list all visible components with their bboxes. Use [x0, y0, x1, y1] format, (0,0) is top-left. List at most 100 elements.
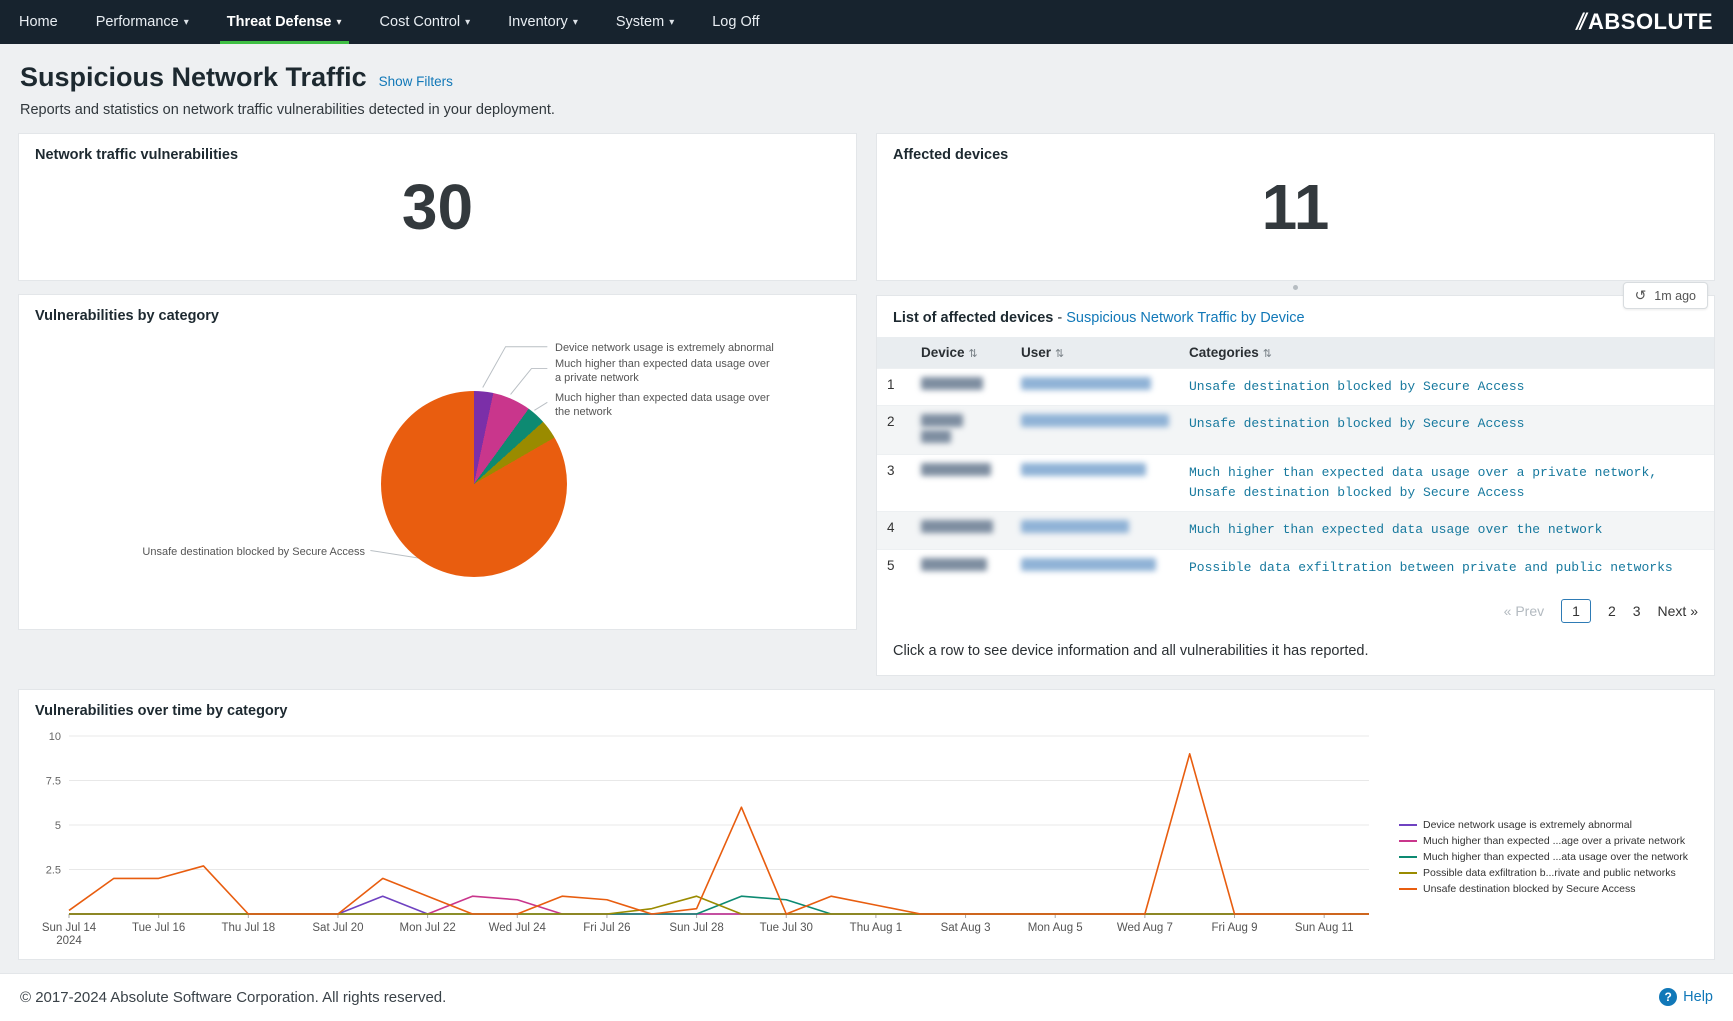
list-help-note: Click a row to see device information an… — [893, 642, 1369, 659]
legend-swatch — [1399, 823, 1417, 826]
help-label: Help — [1683, 989, 1713, 1006]
caret-down-icon: ▾ — [669, 16, 675, 28]
svg-text:7.5: 7.5 — [46, 775, 61, 787]
page-header: Suspicious Network Traffic Show Filters — [20, 62, 1713, 93]
svg-text:Sat Jul 20: Sat Jul 20 — [312, 922, 363, 934]
table-row[interactable]: 1 Unsafe destination blocked by Secure A… — [877, 367, 1714, 406]
column-header-user[interactable]: User ⇅ — [1011, 337, 1179, 369]
device-name-redacted — [911, 454, 1011, 512]
nav-performance-label: Performance — [95, 14, 179, 30]
user-name-redacted — [1011, 548, 1179, 586]
nav-inventory[interactable]: Inventory ▾ — [489, 0, 597, 44]
list-title: List of affected devices - Suspicious Ne… — [877, 296, 1714, 337]
page-subtitle: Reports and statistics on network traffi… — [20, 102, 555, 118]
help-icon: ? — [1659, 988, 1678, 1007]
pie-card-title: Vulnerabilities by category — [35, 308, 219, 324]
nav-threat-defense-label: Threat Defense — [226, 14, 332, 30]
column-header-device[interactable]: Device ⇅ — [911, 337, 1011, 369]
row-index: 5 — [877, 548, 911, 586]
stat-label-vulnerabilities: Network traffic vulnerabilities — [35, 147, 239, 163]
pagination-page-2[interactable]: 2 — [1608, 603, 1616, 619]
svg-text:10: 10 — [49, 731, 61, 743]
redacted-text — [1021, 414, 1169, 428]
pagination-page-1[interactable]: 1 — [1561, 598, 1591, 623]
logo-text: ABSOLUTE — [1588, 9, 1713, 34]
sort-icon: ⇅ — [1262, 348, 1272, 360]
nav-home[interactable]: Home — [0, 0, 77, 44]
help-link[interactable]: ? Help — [1659, 988, 1713, 1007]
redacted-text — [921, 430, 951, 444]
legend-label: Much higher than expected ...age over a … — [1423, 834, 1686, 847]
carousel-dot[interactable] — [1293, 285, 1298, 290]
legend-label: Unsafe destination blocked by Secure Acc… — [1423, 882, 1636, 895]
svg-text:Thu Aug 1: Thu Aug 1 — [850, 922, 902, 934]
redacted-text — [1021, 463, 1146, 477]
table-row[interactable]: 3 Much higher than expected data usage o… — [877, 454, 1714, 512]
redacted-text — [921, 557, 987, 571]
table-row[interactable]: 5 Possible data exfiltration between pri… — [877, 548, 1714, 586]
list-title-separator: - — [1057, 310, 1063, 326]
legend-label: Possible data exfiltration b...rivate an… — [1423, 866, 1676, 879]
pagination-page-3[interactable]: 3 — [1633, 603, 1641, 619]
pie-callout-unsafe-destination: Unsafe destination blocked by Secure Acc… — [142, 546, 365, 558]
page-title: Suspicious Network Traffic — [20, 62, 367, 92]
device-name-redacted — [911, 511, 1011, 550]
nav-cost-control-label: Cost Control — [379, 14, 461, 30]
svg-text:Thu Jul 18: Thu Jul 18 — [221, 922, 275, 934]
pie-chart[interactable] — [381, 391, 567, 577]
row-categories: Possible data exfiltration between priva… — [1179, 548, 1714, 586]
svg-text:Wed Aug 7: Wed Aug 7 — [1117, 922, 1173, 934]
user-name-redacted — [1011, 367, 1179, 406]
svg-text:2024: 2024 — [56, 935, 82, 947]
svg-text:Tue Jul 16: Tue Jul 16 — [132, 922, 185, 934]
logo-slash-icon: ⫽ — [1575, 9, 1589, 34]
pagination-next-button[interactable]: Next » — [1658, 603, 1698, 619]
device-name-redacted — [911, 548, 1011, 586]
top-nav: Home Performance ▾ Threat Defense ▾ Cost… — [0, 0, 1733, 44]
legend-item: Much higher than expected ...age over a … — [1399, 835, 1709, 847]
redacted-text — [921, 520, 993, 534]
column-header-categories-label: Categories — [1189, 345, 1259, 360]
column-header-user-label: User — [1021, 345, 1052, 360]
user-name-redacted — [1011, 454, 1179, 512]
table-header-row: Device ⇅ User ⇅ Categories ⇅ — [877, 337, 1714, 369]
nav-threat-defense[interactable]: Threat Defense ▾ — [208, 0, 361, 44]
legend-swatch — [1399, 887, 1417, 890]
nav-cost-control[interactable]: Cost Control ▾ — [361, 0, 490, 44]
caret-down-icon: ▾ — [183, 16, 189, 28]
legend-item: Device network usage is extremely abnorm… — [1399, 819, 1709, 831]
legend-label: Much higher than expected ...ata usage o… — [1423, 850, 1688, 863]
refresh-button[interactable]: ↺ 1m ago — [1622, 282, 1708, 309]
user-name-redacted — [1011, 511, 1179, 550]
redacted-text — [1021, 377, 1151, 390]
left-column: Network traffic vulnerabilities 30 Vulne… — [18, 133, 857, 630]
svg-text:5: 5 — [55, 820, 61, 832]
device-name-redacted — [911, 405, 1011, 455]
row-categories: Much higher than expected data usage ove… — [1179, 511, 1714, 550]
row-categories: Unsafe destination blocked by Secure Acc… — [1179, 405, 1714, 455]
nav-system[interactable]: System ▾ — [597, 0, 693, 44]
pie-callout-the-network: Much higher than expected data usage ove… — [555, 392, 770, 419]
legend-item: Much higher than expected ...ata usage o… — [1399, 851, 1709, 863]
pie-callout-private-network: Much higher than expected data usage ove… — [555, 358, 770, 385]
absolute-logo: ⫽ ABSOLUTE — [1575, 0, 1713, 44]
redacted-text — [921, 377, 983, 390]
user-name-redacted — [1011, 405, 1179, 455]
pie-callout-device-network-usage: Device network usage is extremely abnorm… — [555, 342, 774, 354]
pagination-prev-button[interactable]: « Prev — [1504, 603, 1544, 619]
caret-down-icon: ▾ — [336, 16, 342, 28]
nav-performance[interactable]: Performance ▾ — [77, 0, 208, 44]
report-link-by-device[interactable]: Suspicious Network Traffic by Device — [1066, 310, 1304, 326]
legend-item: Unsafe destination blocked by Secure Acc… — [1399, 883, 1709, 895]
show-filters-link[interactable]: Show Filters — [379, 74, 453, 89]
table-row[interactable]: 4 Much higher than expected data usage o… — [877, 511, 1714, 550]
svg-text:Sun Jul 28: Sun Jul 28 — [669, 922, 723, 934]
copyright-text: © 2017-2024 Absolute Software Corporatio… — [20, 988, 447, 1006]
redacted-text — [921, 463, 991, 477]
table-row[interactable]: 2 Unsafe destination blocked by Secure A… — [877, 405, 1714, 455]
time-chart-card: Vulnerabilities over time by category 2.… — [18, 688, 1715, 960]
nav-log-off[interactable]: Log Off — [693, 0, 778, 44]
pagination: « Prev 1 2 3 Next » — [877, 586, 1714, 627]
stat-value-vulnerabilities: 30 — [401, 171, 474, 243]
column-header-categories[interactable]: Categories ⇅ — [1179, 337, 1714, 369]
